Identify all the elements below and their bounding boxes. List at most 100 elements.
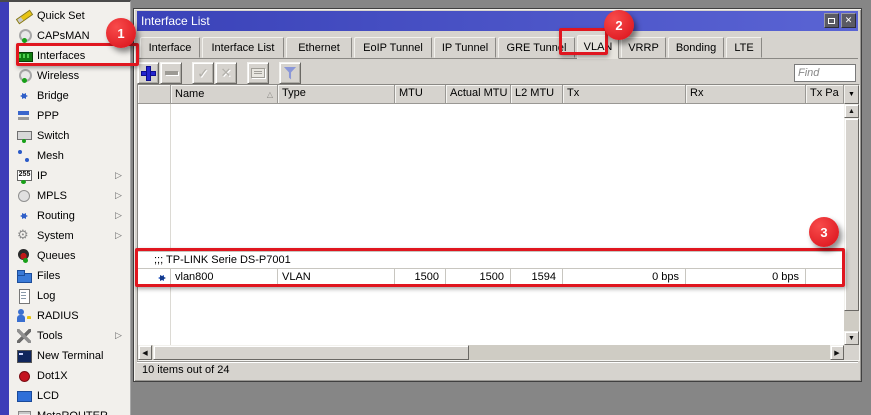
sidebar-item-system[interactable]: System bbox=[9, 226, 130, 246]
sidebar-item-dot1x[interactable]: Dot1X bbox=[9, 366, 130, 386]
sidebar-item-quick-set[interactable]: Quick Set bbox=[9, 6, 130, 26]
sidebar-item-mpls[interactable]: MPLS bbox=[9, 186, 130, 206]
vertical-scroll-thumb[interactable] bbox=[844, 118, 859, 311]
sidebar-item-tools[interactable]: Tools bbox=[9, 326, 130, 346]
tab-vrrp[interactable]: VRRP bbox=[621, 37, 666, 58]
column-header-tx[interactable]: Tx bbox=[563, 85, 686, 104]
mpls-icon bbox=[17, 189, 31, 203]
sidebar-item-wireless[interactable]: Wireless bbox=[9, 66, 130, 86]
sort-ascending-icon bbox=[267, 90, 273, 99]
sidebar-accent-strip bbox=[0, 2, 9, 415]
close-icon: ✕ bbox=[845, 15, 853, 26]
column-header-l2-mtu[interactable]: L2 MTU bbox=[511, 85, 563, 104]
scroll-left-icon[interactable]: ◀ bbox=[138, 345, 152, 360]
sidebar-item-radius[interactable]: RADIUS bbox=[9, 306, 130, 326]
comment-button[interactable] bbox=[247, 62, 269, 84]
submenu-arrow-icon bbox=[115, 170, 125, 182]
column-header-name[interactable]: Name bbox=[171, 85, 278, 104]
disable-button[interactable] bbox=[215, 62, 237, 84]
find-input[interactable] bbox=[794, 64, 856, 82]
submenu-arrow-icon bbox=[115, 330, 125, 342]
maximize-button[interactable] bbox=[824, 13, 839, 28]
empty-list-space bbox=[138, 104, 844, 251]
filter-button[interactable] bbox=[279, 62, 301, 84]
sidebar-item-queues[interactable]: Queues bbox=[9, 246, 130, 266]
winbox-sidebar: Quick Set CAPsMAN Interfaces Wireless Br… bbox=[0, 0, 131, 415]
wand-icon bbox=[17, 9, 31, 23]
tab-ip-tunnel[interactable]: IP Tunnel bbox=[434, 37, 496, 58]
status-bar: 10 items out of 24 bbox=[137, 361, 858, 378]
cell-rx: 0 bps bbox=[686, 269, 806, 287]
check-icon bbox=[197, 65, 209, 82]
metarouter-icon bbox=[17, 409, 31, 415]
table-row-vlan800[interactable]: vlan800 VLAN 1500 1500 1594 0 bps 0 bps bbox=[138, 269, 844, 287]
column-header-blank[interactable] bbox=[138, 85, 171, 104]
scrollbar-corner bbox=[844, 345, 859, 360]
minus-icon bbox=[165, 71, 178, 75]
sidebar-item-new-terminal[interactable]: New Terminal bbox=[9, 346, 130, 366]
remove-button[interactable] bbox=[160, 62, 182, 84]
scroll-up-icon[interactable]: ▲ bbox=[844, 104, 859, 118]
scroll-down-icon[interactable]: ▼ bbox=[844, 331, 859, 345]
toolbar bbox=[137, 61, 858, 85]
tab-interface[interactable]: Interface bbox=[140, 37, 200, 58]
sidebar-item-ppp[interactable]: PPP bbox=[9, 106, 130, 126]
horizontal-scroll-thumb[interactable] bbox=[153, 345, 469, 360]
interface-list-body: ;;; TP-LINK Serie DS-P7001 vlan800 VLAN … bbox=[138, 104, 844, 345]
antenna-icon bbox=[17, 29, 31, 43]
column-header-actual-mtu[interactable]: Actual MTU bbox=[446, 85, 511, 104]
column-header-rx[interactable]: Rx bbox=[686, 85, 806, 104]
log-paper-icon bbox=[17, 289, 31, 303]
tab-ethernet[interactable]: Ethernet bbox=[286, 37, 352, 58]
sidebar-item-mesh[interactable]: Mesh bbox=[9, 146, 130, 166]
scroll-right-icon[interactable]: ▶ bbox=[830, 345, 844, 360]
cell-actual-mtu: 1500 bbox=[446, 269, 511, 287]
column-select-button[interactable] bbox=[844, 85, 859, 104]
submenu-arrow-icon bbox=[115, 230, 125, 242]
mesh-icon bbox=[17, 149, 31, 163]
sidebar-item-metarouter[interactable]: MetaROUTER bbox=[9, 406, 130, 415]
sidebar-item-routing[interactable]: Routing bbox=[9, 206, 130, 226]
sidebar-item-ip[interactable]: IP bbox=[9, 166, 130, 186]
folder-icon bbox=[17, 269, 31, 283]
sidebar-item-lcd[interactable]: LCD bbox=[9, 386, 130, 406]
sidebar-item-switch[interactable]: Switch bbox=[9, 126, 130, 146]
tab-interface-list[interactable]: Interface List bbox=[202, 37, 284, 58]
ip-255-icon bbox=[17, 169, 31, 183]
antenna-icon bbox=[17, 69, 31, 83]
routing-arrows-icon bbox=[17, 209, 31, 223]
tab-vlan[interactable]: VLAN bbox=[577, 35, 619, 59]
interface-list-window: Interface List ✕ Interface Interface Lis… bbox=[133, 8, 862, 382]
submenu-arrow-icon bbox=[115, 190, 125, 202]
column-header-type[interactable]: Type bbox=[278, 85, 395, 104]
cell-tx: 0 bps bbox=[563, 269, 686, 287]
column-header-tx-packet[interactable]: Tx Pa bbox=[806, 85, 844, 104]
tab-bonding[interactable]: Bonding bbox=[668, 37, 724, 58]
funnel-icon bbox=[284, 67, 297, 80]
terminal-icon bbox=[17, 349, 31, 363]
sidebar-item-bridge[interactable]: Bridge bbox=[9, 86, 130, 106]
enable-button[interactable] bbox=[192, 62, 214, 84]
column-header-mtu[interactable]: MTU bbox=[395, 85, 446, 104]
dot1x-icon bbox=[17, 369, 31, 383]
window-titlebar[interactable]: Interface List ✕ bbox=[137, 11, 858, 31]
sidebar-item-capsman[interactable]: CAPsMAN bbox=[9, 26, 130, 46]
cell-l2-mtu: 1594 bbox=[511, 269, 563, 287]
gear-icon bbox=[17, 229, 31, 243]
sidebar-menu: Quick Set CAPsMAN Interfaces Wireless Br… bbox=[9, 6, 130, 415]
cell-mtu: 1500 bbox=[395, 269, 446, 287]
maximize-icon bbox=[828, 18, 835, 24]
horizontal-scrollbar[interactable]: ◀ ▶ bbox=[138, 345, 844, 360]
interface-table: Name Type MTU Actual MTU L2 MTU Tx Rx Tx… bbox=[137, 84, 860, 361]
sidebar-item-files[interactable]: Files bbox=[9, 266, 130, 286]
sidebar-item-log[interactable]: Log bbox=[9, 286, 130, 306]
vertical-scrollbar[interactable]: ▲ ▼ bbox=[844, 104, 859, 345]
tab-lte[interactable]: LTE bbox=[726, 37, 762, 58]
lcd-icon bbox=[17, 389, 31, 403]
comment-row[interactable]: ;;; TP-LINK Serie DS-P7001 bbox=[138, 251, 844, 269]
add-button[interactable] bbox=[137, 62, 159, 84]
close-button[interactable]: ✕ bbox=[841, 13, 856, 28]
sidebar-item-interfaces[interactable]: Interfaces bbox=[9, 46, 130, 66]
tab-eoip-tunnel[interactable]: EoIP Tunnel bbox=[354, 37, 432, 58]
tab-gre-tunnel[interactable]: GRE Tunnel bbox=[498, 37, 575, 58]
